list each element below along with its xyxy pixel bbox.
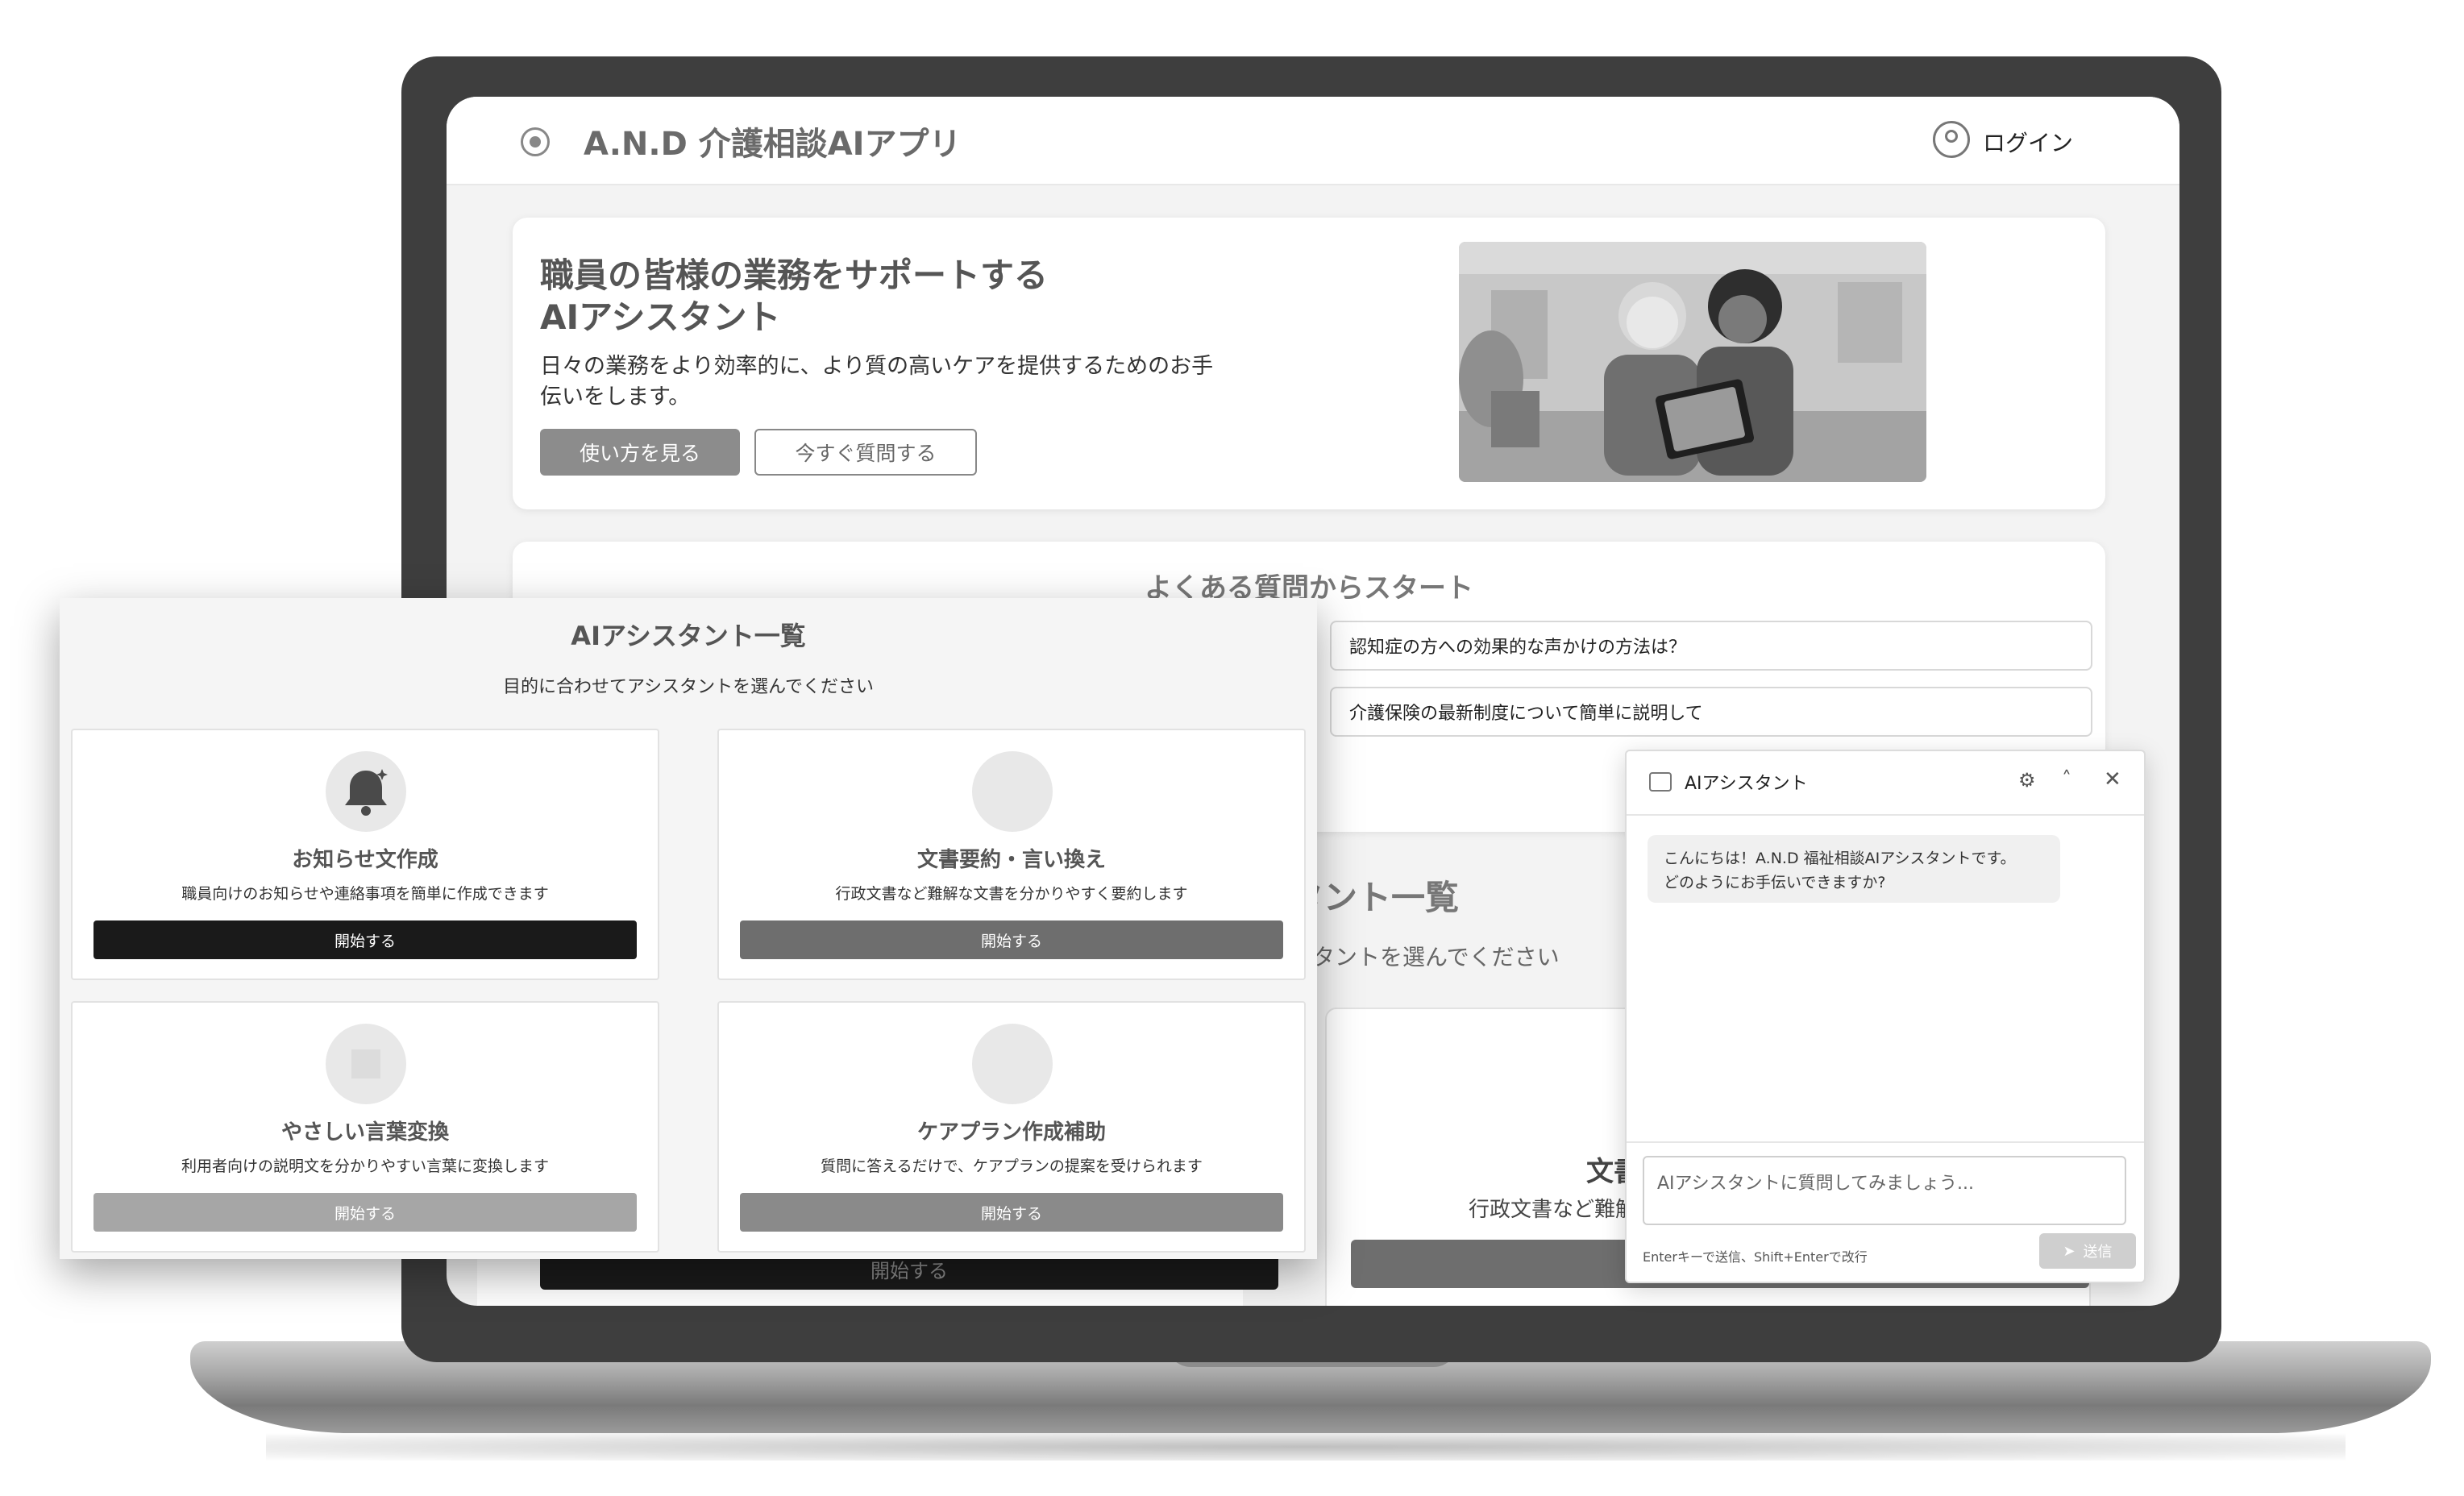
send-icon: ➤ — [2063, 1242, 2075, 1260]
assistant-card-title: 文書要約・言い換え — [916, 848, 1106, 872]
assistant-card-title: ケアプラン作成補助 — [916, 1120, 1106, 1145]
chat-widget: AIアシスタント ⚙ ˄ ✕ こんにちは！A.N.D 福祉相談AIアシスタントで… — [1625, 750, 2146, 1283]
how-to-use-button[interactable]: 使い方を見る — [540, 429, 740, 476]
assistant-card-description: 利用者向けの説明文を分かりやすい言葉に変換します — [181, 1157, 549, 1175]
assistant-list-panel: AIアシスタント一覧 目的に合わせてアシスタントを選んでください お知らせ文作成… — [60, 598, 1317, 1259]
assistant-message-text-line2: どのようにお手伝いできますか? — [1664, 874, 1886, 891]
clipboard-icon — [972, 1024, 1053, 1104]
chat-title: AIアシスタント — [1685, 774, 1808, 794]
send-label: 送信 — [2083, 1244, 2113, 1261]
chevron-up-icon[interactable]: ˄ — [2062, 767, 2071, 790]
close-icon[interactable]: ✕ — [2104, 767, 2121, 792]
assistant-card-summary: 文書要約・言い換え 行政文書など難解な文書を分かりやすく要約します 開始する — [717, 729, 1306, 980]
user-icon[interactable] — [1933, 121, 1970, 158]
assistant-card-notice: お知らせ文作成 職員向けのお知らせや連絡事項を簡単に作成できます 開始する — [71, 729, 659, 980]
bell-icon — [326, 751, 406, 832]
chat-header: AIアシスタント ⚙ ˄ ✕ — [1627, 751, 2144, 816]
assistant-list-subtitle: 目的に合わせてアシスタントを選んでください — [502, 677, 875, 697]
hero-description-line2: 伝いをします。 — [540, 384, 691, 409]
app-title: A.N.D 介護相談AIアプリ — [584, 126, 962, 163]
hero-description: 日々の業務をより効率的に、より質の高いケアを提供するためのお手 — [540, 354, 1214, 379]
chat-input-area: Enterキーで送信、Shift+Enterで改行 ➤ 送信 — [1627, 1141, 2144, 1283]
faq-item[interactable]: 介護保険の最新制度について簡単に説明して — [1330, 687, 2092, 737]
laptop-shadow — [266, 1433, 2346, 1461]
caregivers-illustration — [1459, 242, 1926, 482]
gear-icon[interactable]: ⚙ — [2018, 769, 2036, 792]
ask-now-button[interactable]: 今すぐ質問する — [754, 429, 977, 476]
assistant-card-description: 行政文書など難解 — [1469, 1198, 1637, 1222]
document-icon — [972, 751, 1053, 832]
assistant-card-description: 行政文書など難解な文書を分かりやすく要約します — [835, 885, 1188, 903]
assistant-card-title: やさしい言葉変換 — [280, 1120, 449, 1145]
assistant-card-description: 職員向けのお知らせや連絡事項を簡単に作成できます — [181, 885, 549, 903]
faq-item[interactable]: 認知症の方への効果的な声かけの方法は？ — [1330, 621, 2092, 671]
start-button[interactable]: 開始する — [93, 1193, 637, 1232]
assistant-card-description: 質問に答えるだけで、ケアプランの提案を受けられます — [821, 1157, 1203, 1175]
app-header: A.N.D 介護相談AIアプリ ログイン — [447, 97, 2179, 185]
chat-bubble-icon — [1649, 772, 1672, 792]
start-button[interactable]: 開始する — [740, 1193, 1283, 1232]
start-button[interactable]: 開始する — [93, 920, 637, 959]
assistant-section-subtitle: スタントを選んでください — [1290, 944, 1560, 970]
login-button[interactable]: ログイン — [1983, 126, 2073, 158]
hero-card: 職員の皆様の業務をサポートする AIアシスタント 日々の業務をより効率的に、より… — [513, 218, 2105, 509]
hero-title-line2: AIアシスタント — [540, 297, 781, 337]
assistant-list-title: AIアシスタント一覧 — [571, 621, 806, 651]
assistant-message-text: こんにちは！A.N.D 福祉相談AIアシスタントです。 — [1664, 850, 2016, 867]
start-button[interactable]: 開始する — [740, 920, 1283, 959]
logo-icon — [521, 127, 550, 156]
translate-icon — [326, 1024, 406, 1104]
chat-hint: Enterキーで送信、Shift+Enterで改行 — [1643, 1249, 1868, 1265]
chat-input[interactable] — [1643, 1156, 2126, 1225]
assistant-card-title: お知らせ文作成 — [292, 848, 438, 872]
assistant-message: こんにちは！A.N.D 福祉相談AIアシスタントです。 どのようにお手伝いできま… — [1648, 835, 2060, 903]
send-button[interactable]: ➤ 送信 — [2039, 1233, 2136, 1269]
assistant-card-care-plan: ケアプラン作成補助 質問に答えるだけで、ケアプランの提案を受けられます 開始する — [717, 1001, 1306, 1253]
assistant-card-plain-language: やさしい言葉変換 利用者向けの説明文を分かりやすい言葉に変換します 開始する — [71, 1001, 659, 1253]
